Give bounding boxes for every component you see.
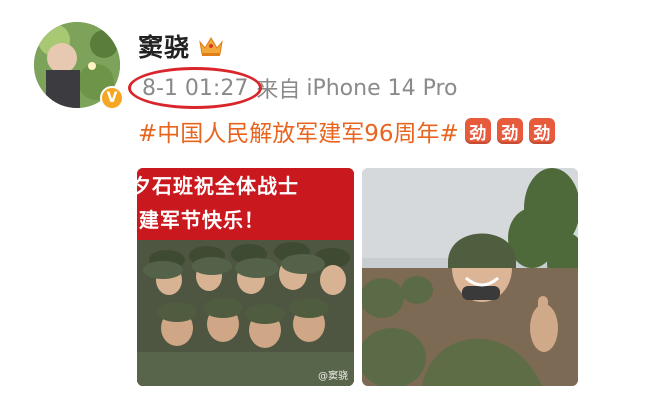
post-image-1[interactable]: 夕石班祝全体战士 l建军节快乐！ @窦骁 — [137, 168, 354, 386]
banner-text-1: 夕石班祝全体战士 — [137, 174, 299, 198]
hashtag-link[interactable]: #中国人民解放军建军96周年# — [138, 114, 459, 148]
post-image-2[interactable] — [362, 168, 578, 386]
weibo-post: V 窦骁 8-1 01:27 来自 iPhone 14 Pro #中国人民解放军… — [0, 0, 660, 403]
username-row: 窦骁 — [138, 28, 224, 64]
verified-badge-icon: V — [100, 86, 124, 110]
emoji-icon: 劲 — [464, 118, 491, 144]
banner-sign: 夕石班祝全体战士 l建军节快乐！ — [137, 168, 354, 240]
emoji-icon: 劲 — [528, 118, 555, 144]
crown-icon[interactable] — [198, 34, 224, 58]
emoji-icon: 劲 — [496, 118, 523, 144]
post-meta: 8-1 01:27 来自 iPhone 14 Pro — [128, 66, 458, 109]
post-timestamp[interactable]: 8-1 01:27 — [128, 66, 262, 109]
source-device[interactable]: iPhone 14 Pro — [306, 76, 457, 101]
image-watermark: @窦骁 — [318, 371, 348, 382]
soldier-selfie-photo — [362, 168, 578, 386]
username[interactable]: 窦骁 — [138, 28, 190, 64]
post-text: #中国人民解放军建军96周年# 劲 劲 劲 — [138, 114, 555, 148]
banner-text-2: l建军节快乐！ — [137, 208, 265, 232]
source-prefix: 来自 — [256, 78, 301, 103]
timestamp-text: 8-1 01:27 — [142, 75, 249, 101]
